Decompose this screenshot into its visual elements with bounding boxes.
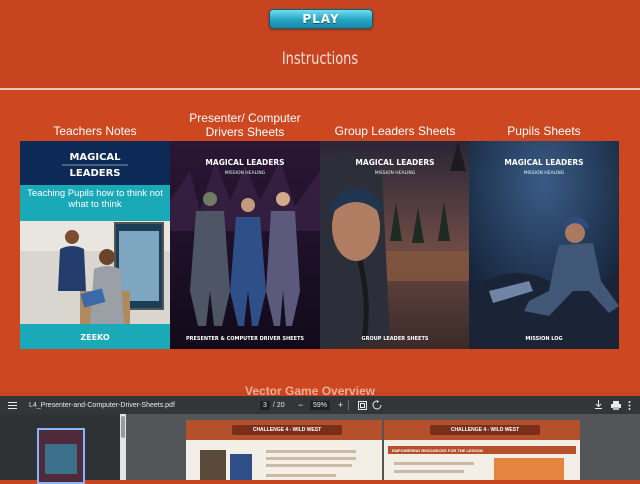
column-title-group-leaders-sheets: Group Leaders Sheets: [334, 124, 456, 138]
column-title-teachers-notes: Teachers Notes: [53, 124, 137, 138]
instructions-heading[interactable]: Instructions: [48, 49, 592, 69]
pupils-cover-brand: MAGICAL LEADERS: [504, 158, 583, 167]
teachers-cover-tagline: Teaching Pupils how to think not what to…: [27, 188, 163, 210]
zoom-in-icon[interactable]: +: [338, 396, 343, 414]
page-banner-right: CHALLENGE 4 - WILD WEST: [430, 425, 540, 435]
header-area: PLAY Instructions: [0, 0, 640, 86]
teachers-notes-cover[interactable]: MAGICAL LEADERS Teaching Pupils how to t…: [20, 141, 170, 349]
pdf-filename: L4_Presenter-and-Computer-Driver-Sheets.…: [29, 401, 175, 409]
presenter-sheets-cover[interactable]: MAGICAL LEADERS MISSION HEALING PRESENTE…: [170, 141, 320, 349]
page-thumbnail[interactable]: [37, 428, 85, 484]
pupils-sheets-cover[interactable]: MAGICAL LEADERS MISSION HEALING MISSION …: [469, 141, 619, 349]
group-cover-brand: MAGICAL LEADERS: [355, 158, 434, 167]
pdf-viewer: CHALLENGE 4 - WILD WEST CHALLENGE 4 - WI…: [0, 414, 640, 484]
overview-heading: Vector Game Overview: [245, 384, 376, 396]
menu-icon[interactable]: [8, 396, 18, 414]
group-cover-footer: GROUP LEADER SHEETS: [362, 336, 429, 342]
zoom-out-icon[interactable]: −: [298, 396, 303, 414]
page-banner-left: CHALLENGE 4 - WILD WEST: [232, 425, 342, 435]
pdf-toolbar: L4_Presenter-and-Computer-Driver-Sheets.…: [0, 396, 640, 414]
page-section-heading: EMPOWERING RESOURCES FOR THE LESSON: [388, 446, 576, 454]
column-title-pupils-sheets: Pupils Sheets: [507, 124, 581, 138]
group-cover-subtitle: MISSION HEALING: [375, 170, 416, 176]
presenter-cover-subtitle: MISSION HEALING: [225, 170, 266, 176]
thumbnail-sidebar: [0, 414, 120, 484]
teachers-cover-brand-line2: LEADERS: [70, 168, 121, 179]
zoom-input[interactable]: 59%: [310, 400, 331, 410]
pupils-cover-subtitle: MISSION HEALING: [524, 170, 565, 176]
toolbar-divider: [348, 400, 349, 410]
print-icon[interactable]: [611, 396, 621, 414]
pdf-page-right: CHALLENGE 4 - WILD WEST EMPOWERING RESOU…: [384, 420, 580, 480]
presenter-cover-footer: PRESENTER & COMPUTER DRIVER SHEETS: [186, 336, 304, 342]
teachers-cover-brand-line1: MAGICAL: [69, 152, 121, 163]
section-heading-partial: Vector Game Overview: [0, 384, 640, 396]
play-button[interactable]: PLAY: [269, 9, 373, 29]
download-icon[interactable]: [594, 396, 603, 414]
more-options-icon[interactable]: [628, 396, 631, 414]
fit-page-icon[interactable]: [358, 396, 367, 414]
group-leaders-cover[interactable]: MAGICAL LEADERS MISSION HEALING GROUP LE…: [320, 141, 470, 349]
pdf-page-left: CHALLENGE 4 - WILD WEST: [186, 420, 382, 480]
page-number-input[interactable]: 3: [260, 400, 270, 410]
page-total: / 20: [272, 401, 285, 409]
column-title-presenter-sheets: Presenter/ Computer Drivers Sheets: [189, 111, 301, 139]
pupils-cover-footer: MISSION LOG: [525, 336, 562, 342]
rotate-icon[interactable]: [372, 396, 382, 414]
scrollbar[interactable]: [120, 414, 126, 480]
presenter-cover-brand: MAGICAL LEADERS: [205, 158, 284, 167]
teachers-cover-publisher: ZEEKO: [80, 333, 110, 342]
